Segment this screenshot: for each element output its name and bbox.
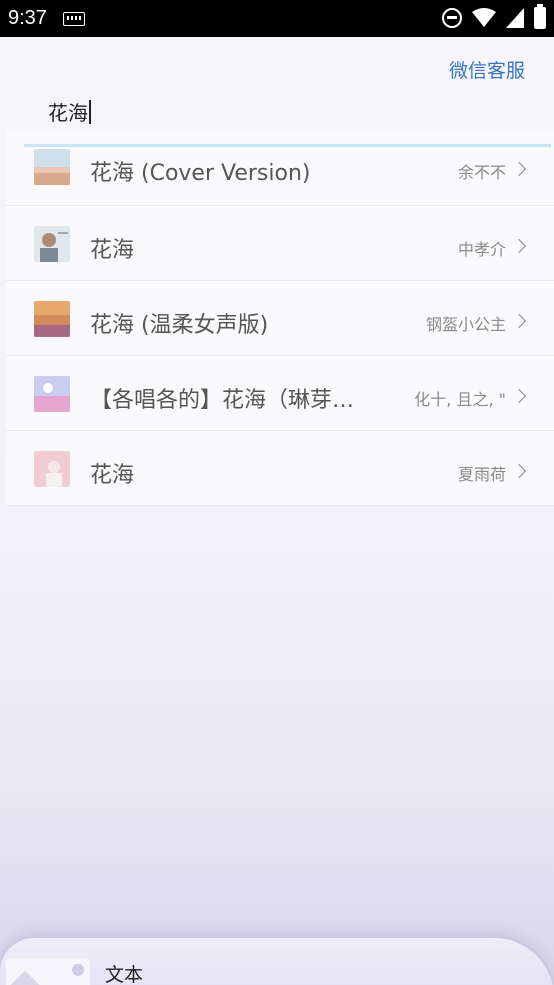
chevron-right-icon xyxy=(511,238,527,254)
album-cover xyxy=(34,376,70,412)
bottom-thumbnail xyxy=(6,958,90,985)
search-results-list: 花海 (Cover Version) 余不不 花海 中孝介 花海 (温柔女声版)… xyxy=(6,131,554,506)
artist-name: 化十, 且之, " xyxy=(414,390,506,409)
status-icons xyxy=(442,4,546,29)
wechat-service-link[interactable]: 微信客服 xyxy=(449,56,525,83)
song-title: 花海 xyxy=(90,463,135,488)
album-cover xyxy=(34,226,70,262)
result-row[interactable]: 【各唱各的】花海（琳芽… 化十, 且之, " xyxy=(6,356,554,431)
text-cursor xyxy=(89,99,91,124)
song-title: 花海 (Cover Version) xyxy=(90,161,311,186)
chevron-right-icon xyxy=(511,161,527,177)
status-bar: 9:37 xyxy=(0,0,554,37)
bottom-label: 文本 xyxy=(105,964,144,985)
search-query: 花海 xyxy=(48,101,88,125)
chevron-right-icon xyxy=(511,463,527,479)
signal-icon xyxy=(506,8,524,28)
song-title: 花海 (温柔女声版) xyxy=(90,313,269,338)
battery-icon xyxy=(534,4,546,29)
chevron-right-icon xyxy=(511,388,527,404)
artist-name: 中孝介 xyxy=(457,240,506,259)
status-time: 9:37 xyxy=(8,7,47,29)
album-cover xyxy=(34,451,70,487)
search-input[interactable]: 花海 xyxy=(48,97,91,126)
chevron-right-icon xyxy=(511,313,527,329)
artist-name: 钢盔小公主 xyxy=(425,315,506,334)
result-row[interactable]: 花海 中孝介 xyxy=(6,206,554,281)
bottom-sheet[interactable]: 文本 xyxy=(0,938,554,985)
keyboard-icon xyxy=(62,11,85,26)
album-cover xyxy=(34,149,70,185)
wifi-icon xyxy=(472,8,496,27)
album-cover xyxy=(34,301,70,337)
artist-name: 余不不 xyxy=(457,163,506,182)
result-row[interactable]: 花海 (Cover Version) 余不不 xyxy=(6,131,554,206)
song-title: 【各唱各的】花海（琳芽… xyxy=(90,388,355,413)
artist-name: 夏雨荷 xyxy=(457,465,506,484)
do-not-disturb-icon xyxy=(442,8,462,28)
result-row[interactable]: 花海 (温柔女声版) 钢盔小公主 xyxy=(6,281,554,356)
result-row[interactable]: 花海 夏雨荷 xyxy=(6,431,554,506)
search-header: 微信客服 花海 xyxy=(0,37,554,132)
song-title: 花海 xyxy=(90,238,135,263)
